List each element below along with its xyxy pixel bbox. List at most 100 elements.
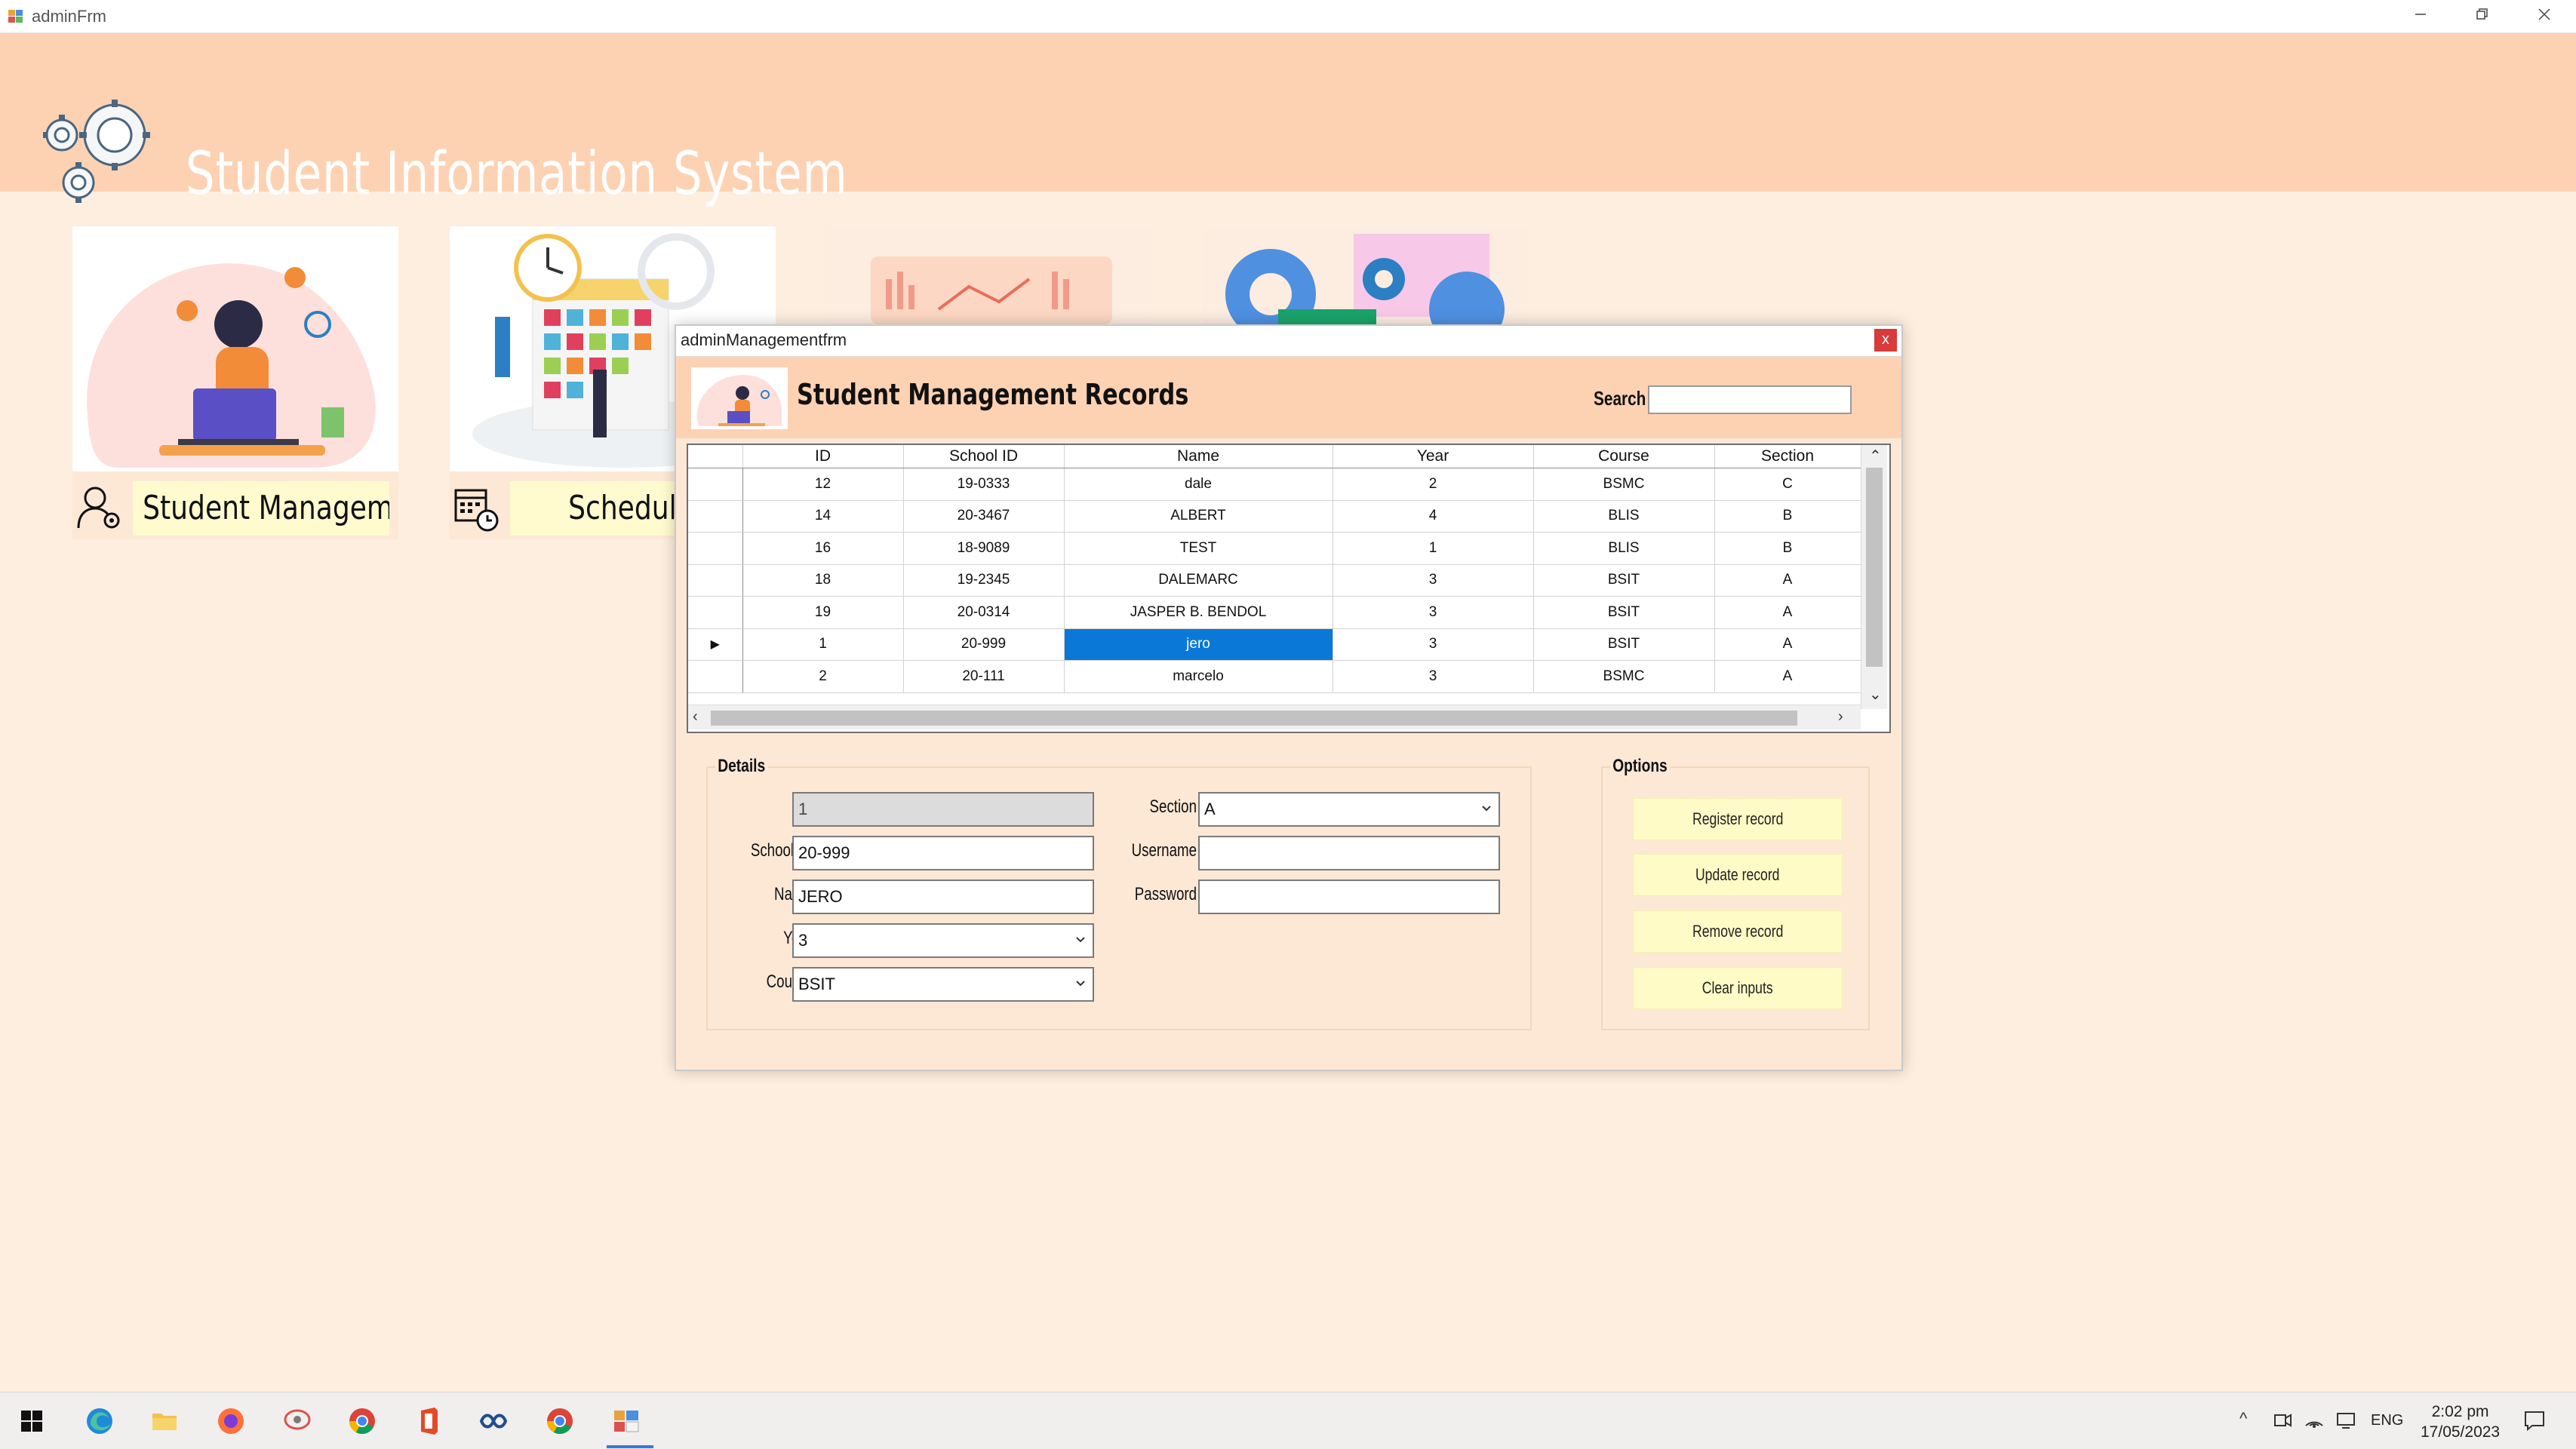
cell-section[interactable]: A [1714, 628, 1861, 661]
row-header[interactable] [688, 500, 743, 533]
cell-section[interactable]: A [1714, 564, 1861, 597]
table-row[interactable]: 12 19-0333 dale 2 BSMC C [688, 468, 1861, 501]
password-field[interactable] [1198, 880, 1500, 914]
cell-year[interactable]: 4 [1333, 500, 1534, 533]
close-button[interactable] [2514, 0, 2574, 32]
cell-year[interactable]: 3 [1333, 628, 1534, 661]
restore-button[interactable] [2452, 0, 2513, 32]
cell-school-id[interactable]: 19-2345 [903, 564, 1065, 597]
table-row[interactable]: 14 20-3467 ALBERT 4 BLIS B [688, 500, 1861, 533]
column-header-school-id[interactable]: School ID [903, 445, 1065, 468]
cell-school-id[interactable]: 20-999 [903, 628, 1065, 661]
course-select[interactable]: BSIT [792, 967, 1094, 1002]
app-icon[interactable] [281, 1404, 314, 1438]
scroll-down-icon[interactable]: ⌄ [1869, 685, 1882, 704]
cell-id[interactable]: 14 [742, 500, 904, 533]
cell-id[interactable]: 2 [742, 660, 904, 693]
cell-name[interactable]: DALEMARC [1064, 564, 1333, 597]
cell-id[interactable]: 18 [742, 564, 904, 597]
cell-name[interactable]: dale [1064, 468, 1333, 501]
school-id-field[interactable]: 20-999 [792, 836, 1094, 870]
table-row[interactable]: 18 19-2345 DALEMARC 3 BSIT A [688, 564, 1861, 597]
cell-year[interactable]: 3 [1333, 660, 1534, 693]
cell-name-selected[interactable]: jero [1064, 628, 1333, 661]
cell-section[interactable]: A [1714, 596, 1861, 629]
horizontal-scroll-thumb[interactable] [711, 711, 1797, 726]
row-header[interactable] [688, 564, 743, 597]
cell-school-id[interactable]: 18-9089 [903, 532, 1065, 565]
row-header[interactable] [688, 532, 743, 565]
visual-studio-icon[interactable] [477, 1404, 510, 1438]
clear-inputs-button[interactable]: Clear inputs [1633, 967, 1843, 1009]
cell-year[interactable]: 2 [1333, 468, 1534, 501]
cell-school-id[interactable]: 20-3467 [903, 500, 1065, 533]
records-grid[interactable]: ID School ID Name Year Course Section 12… [687, 444, 1891, 733]
firefox-icon[interactable] [214, 1404, 247, 1438]
cell-course[interactable]: BSIT [1533, 596, 1715, 629]
current-row-marker[interactable]: ▶ [688, 628, 743, 661]
cell-course[interactable]: BLIS [1533, 532, 1715, 565]
table-row[interactable]: 16 18-9089 TEST 1 BLIS B [688, 532, 1861, 565]
dialog-close-button[interactable]: x [1874, 329, 1897, 352]
winforms-app-icon[interactable] [610, 1404, 643, 1438]
cell-course[interactable]: BLIS [1533, 500, 1715, 533]
column-header-id[interactable]: ID [742, 445, 904, 468]
scroll-right-icon[interactable]: › [1838, 708, 1843, 726]
username-field[interactable] [1198, 836, 1500, 870]
display-icon[interactable] [2335, 1409, 2357, 1432]
cell-course[interactable]: BSMC [1533, 660, 1715, 693]
cell-name[interactable]: marcelo [1064, 660, 1333, 693]
row-header[interactable] [688, 660, 743, 693]
search-input[interactable] [1648, 385, 1852, 414]
cell-course[interactable]: BSIT [1533, 564, 1715, 597]
office-icon[interactable] [412, 1404, 445, 1438]
cell-id[interactable]: 12 [742, 468, 904, 501]
meet-now-icon[interactable] [2271, 1409, 2294, 1432]
row-header[interactable] [688, 596, 743, 629]
cell-name[interactable]: TEST [1064, 532, 1333, 565]
cell-section[interactable]: B [1714, 500, 1861, 533]
vertical-scrollbar[interactable]: ⌃ ⌄ [1861, 445, 1887, 709]
scroll-left-icon[interactable]: ‹ [693, 708, 698, 726]
column-header-year[interactable]: Year [1333, 445, 1534, 468]
notification-icon[interactable] [2522, 1408, 2547, 1433]
cell-section[interactable]: A [1714, 660, 1861, 693]
cell-section[interactable]: B [1714, 532, 1861, 565]
cell-year[interactable]: 1 [1333, 532, 1534, 565]
section-select[interactable]: A [1198, 792, 1500, 827]
language-indicator[interactable]: ENG [2371, 1412, 2403, 1429]
column-header-name[interactable]: Name [1064, 445, 1333, 468]
tray-chevron-icon[interactable]: ^ [2239, 1409, 2247, 1429]
cell-name[interactable]: ALBERT [1064, 500, 1333, 533]
name-field[interactable]: JERO [792, 880, 1094, 914]
scroll-up-icon[interactable]: ⌃ [1869, 447, 1882, 465]
remove-record-button[interactable]: Remove record [1633, 910, 1843, 953]
table-row[interactable]: 19 20-0314 JASPER B. BENDOL 3 BSIT A [688, 596, 1861, 629]
cell-year[interactable]: 3 [1333, 596, 1534, 629]
row-header[interactable] [688, 468, 743, 501]
column-header-section[interactable]: Section [1714, 445, 1861, 468]
minimize-button[interactable] [2390, 0, 2451, 32]
file-explorer-icon[interactable] [148, 1404, 181, 1438]
year-select[interactable]: 3 [792, 923, 1094, 958]
cell-id[interactable]: 16 [742, 532, 904, 565]
cell-school-id[interactable]: 19-0333 [903, 468, 1065, 501]
clock[interactable]: 2:02 pm 17/05/2023 [2421, 1401, 2500, 1442]
vertical-scroll-thumb[interactable] [1866, 468, 1883, 667]
chrome-icon[interactable] [346, 1404, 379, 1438]
windows-start-icon[interactable] [15, 1404, 48, 1438]
table-row-selected[interactable]: ▶ 1 20-999 jero 3 BSIT A [688, 628, 1861, 661]
cell-section[interactable]: C [1714, 468, 1861, 501]
chrome-icon[interactable] [543, 1404, 576, 1438]
cell-id[interactable]: 19 [742, 596, 904, 629]
edge-icon[interactable] [83, 1404, 116, 1438]
wifi-icon[interactable] [2303, 1409, 2325, 1432]
cell-school-id[interactable]: 20-111 [903, 660, 1065, 693]
cell-id[interactable]: 1 [742, 628, 904, 661]
cell-course[interactable]: BSIT [1533, 628, 1715, 661]
column-header-course[interactable]: Course [1533, 445, 1715, 468]
register-record-button[interactable]: Register record [1633, 798, 1843, 840]
table-row[interactable]: 2 20-111 marcelo 3 BSMC A [688, 660, 1861, 693]
id-field[interactable]: 1 [792, 792, 1094, 827]
cell-school-id[interactable]: 20-0314 [903, 596, 1065, 629]
